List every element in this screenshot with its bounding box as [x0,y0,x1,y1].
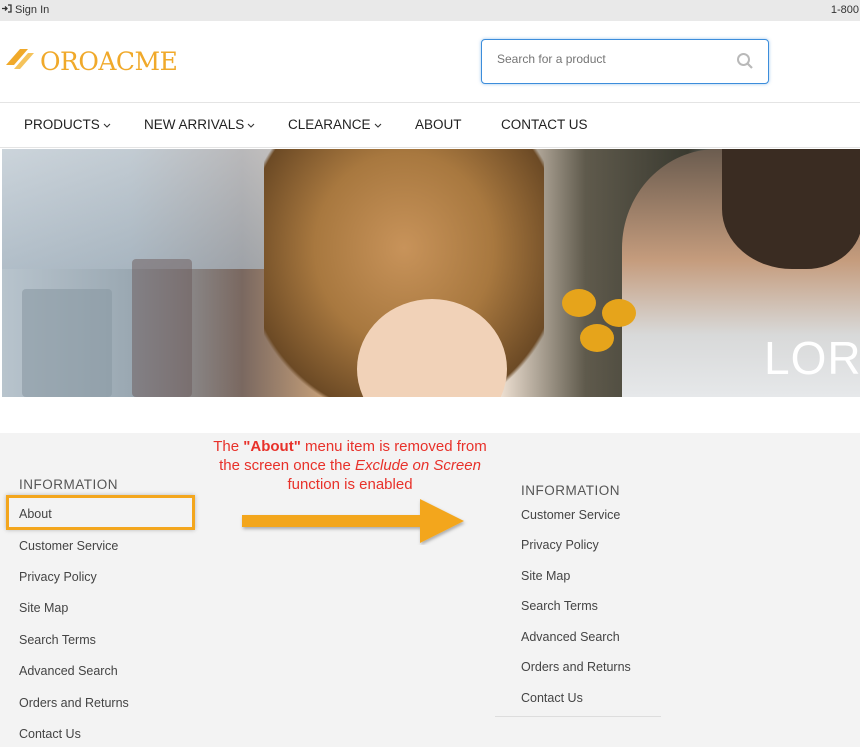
hero-fruit [580,324,614,352]
chevron-down-icon [103,117,111,132]
main-nav: PRODUCTS NEW ARRIVALS CLEARANCE ABOUT CO… [0,103,860,148]
search-icon[interactable] [736,52,754,75]
footer-link-orders-returns[interactable]: Orders and Returns [19,696,129,710]
footer-link-customer-service[interactable]: Customer Service [521,508,620,522]
hero-fruit [602,299,636,327]
about-highlight-box [6,495,195,530]
phone-number[interactable]: 1-800 [831,4,859,16]
footer-link-advanced-search[interactable]: Advanced Search [19,664,118,678]
arrow-right-icon [242,499,464,543]
footer-link-site-map[interactable]: Site Map [521,569,570,583]
hero-text: LOR [764,332,860,384]
hero-background [2,149,302,269]
annotation-italic: Exclude on Screen [355,457,481,474]
footer-link-search-terms[interactable]: Search Terms [19,633,96,647]
footer-link-advanced-search[interactable]: Advanced Search [521,630,620,644]
footer-right-title: INFORMATION [521,483,620,498]
search-box[interactable] [481,39,769,84]
hero-fruit [562,289,596,317]
nav-item-label: CONTACT US [501,117,588,132]
nav-item-contact-us[interactable]: CONTACT US [501,117,588,132]
sign-in-icon [2,4,12,16]
annotation-text: the screen once the [219,457,355,474]
annotation-text: The [213,438,244,455]
logo-mark-icon [4,43,36,80]
nav-item-new-arrivals[interactable]: NEW ARRIVALS [144,117,255,132]
logo-acme: ACME [98,47,178,76]
nav-item-products[interactable]: PRODUCTS [24,117,111,132]
nav-item-label: NEW ARRIVALS [144,117,245,132]
footer-left-title: INFORMATION [19,477,118,492]
footer-link-site-map[interactable]: Site Map [19,601,68,615]
annotation-text: menu item is removed from [300,438,487,455]
hero-shelf [22,289,112,397]
annotation-line-1: The "About" menu item is removed from [200,437,500,456]
chevron-down-icon [247,117,255,132]
hero-man-hair [722,149,860,269]
nav-item-label: PRODUCTS [24,117,100,132]
footer-link-customer-service[interactable]: Customer Service [19,539,118,553]
annotation-callout: The "About" menu item is removed from th… [200,437,500,494]
annotation-line-2: the screen once the Exclude on Screen [200,456,500,475]
footer-link-orders-returns[interactable]: Orders and Returns [521,660,631,674]
nav-item-label: CLEARANCE [288,117,371,132]
nav-item-clearance[interactable]: CLEARANCE [288,117,382,132]
sign-in-label: Sign In [15,4,50,16]
search-input[interactable] [497,52,717,66]
footer-link-privacy-policy[interactable]: Privacy Policy [521,538,599,552]
logo[interactable]: OROACME [4,43,178,80]
chevron-down-icon [374,117,382,132]
annotation-bold: "About" [243,438,301,455]
logo-text: OROACME [40,47,178,76]
nav-item-label: ABOUT [415,117,462,132]
footer-link-privacy-policy[interactable]: Privacy Policy [19,570,97,584]
logo-oro: ORO [40,47,99,76]
hero-shelf [132,259,192,397]
footer-link-search-terms[interactable]: Search Terms [521,599,598,613]
footer-divider [495,716,661,717]
top-bar: Sign In 1-800 [0,0,860,21]
hero-banner[interactable]: LOR [2,149,860,397]
annotation-line-3: function is enabled [287,476,413,493]
footer-link-contact-us[interactable]: Contact Us [521,691,583,705]
sign-in-link[interactable]: Sign In [2,4,49,16]
header: OROACME [0,21,860,103]
nav-item-about[interactable]: ABOUT [415,117,462,132]
footer-link-contact-us[interactable]: Contact Us [19,727,81,741]
